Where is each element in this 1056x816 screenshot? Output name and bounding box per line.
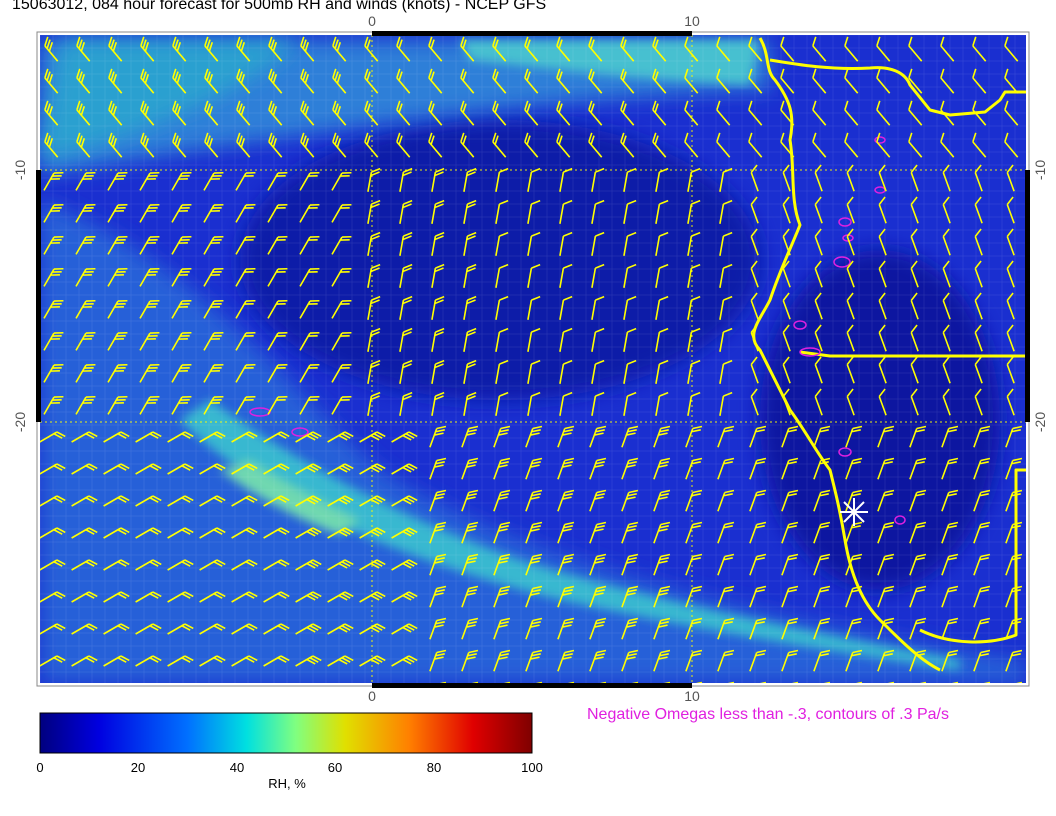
colorbar-tick-80: 80 — [426, 760, 442, 775]
colorbar-tick-40: 40 — [229, 760, 245, 775]
rh-field — [40, 35, 1026, 705]
x-tick-top-1: 10 — [684, 13, 700, 29]
y-tick-right-1: -20 — [1032, 411, 1048, 433]
colorbar-tick-60: 60 — [327, 760, 343, 775]
omega-legend-note: Negative Omegas less than -.3, contours … — [587, 706, 949, 723]
wind-barb — [328, 686, 354, 705]
y-tick-left-1: -20 — [12, 411, 28, 433]
x-tick-bottom-0: 0 — [368, 688, 376, 704]
colorbar-tick-20: 20 — [130, 760, 146, 775]
x-tick-top-0: 0 — [368, 13, 376, 29]
forecast-map — [36, 31, 1030, 754]
colorbar-label: RH, % — [268, 776, 306, 791]
wind-barb — [296, 686, 322, 705]
wind-barb — [104, 686, 130, 705]
colorbar — [39, 712, 533, 754]
wind-barb — [136, 686, 162, 705]
wind-barb — [264, 686, 290, 705]
colorbar-tick-0: 0 — [36, 760, 44, 775]
wind-barb — [392, 686, 418, 705]
station-marker-icon — [840, 498, 868, 526]
wind-barb — [72, 686, 98, 705]
x-tick-bottom-1: 10 — [684, 688, 700, 704]
wind-barb — [200, 686, 226, 705]
wind-barb — [40, 686, 66, 705]
wind-barb — [232, 686, 258, 705]
colorbar-tick-100: 100 — [521, 760, 543, 775]
wind-barb — [168, 686, 194, 705]
y-tick-left-0: -10 — [12, 159, 28, 181]
y-tick-right-0: -10 — [1032, 159, 1048, 181]
